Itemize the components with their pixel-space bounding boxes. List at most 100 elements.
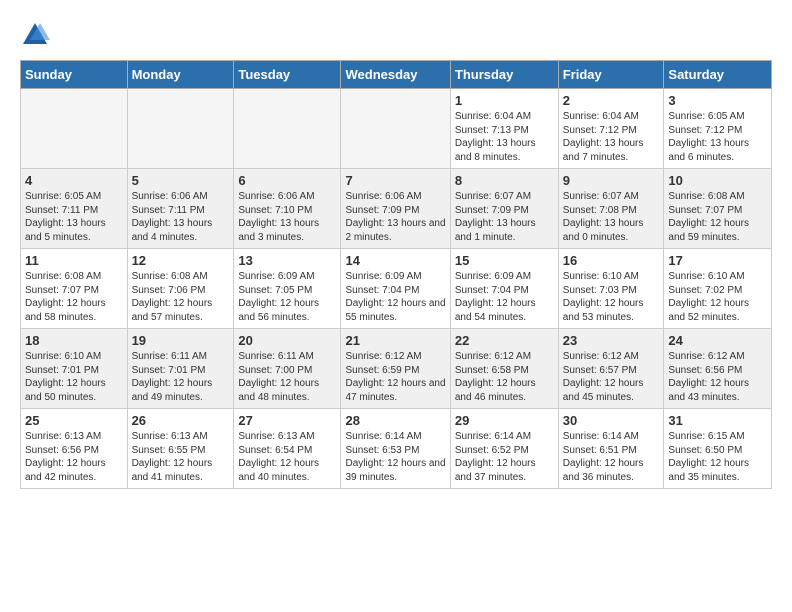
day-info: Sunrise: 6:06 AM Sunset: 7:09 PM Dayligh… (345, 190, 445, 244)
logo (20, 20, 54, 50)
calendar-day-cell: 8Sunrise: 6:07 AM Sunset: 7:09 PM Daylig… (450, 169, 558, 249)
calendar-day-cell (234, 89, 341, 169)
day-info: Sunrise: 6:07 AM Sunset: 7:09 PM Dayligh… (455, 190, 554, 244)
calendar-week-row: 1 Sunrise: 6:04 AM Sunset: 7:13 PM Daylig… (21, 89, 772, 169)
calendar-day-cell: 24Sunrise: 6:12 AM Sunset: 6:56 PM Dayli… (664, 329, 772, 409)
day-number: 20 (238, 333, 336, 348)
calendar-day-cell: 11 Sunrise: 6:08 AM Sunset: 7:07 PM Dayli… (21, 249, 128, 329)
calendar-day-cell: 12 Sunrise: 6:08 AM Sunset: 7:06 PM Dayli… (127, 249, 234, 329)
weekday-header-wednesday: Wednesday (341, 61, 450, 89)
weekday-header-saturday: Saturday (664, 61, 772, 89)
day-info: Sunrise: 6:12 AM Sunset: 6:56 PM Dayligh… (668, 350, 767, 404)
day-number: 29 (455, 413, 554, 428)
calendar-day-cell: 6 Sunrise: 6:06 AM Sunset: 7:10 PM Daylig… (234, 169, 341, 249)
calendar-day-cell: 13 Sunrise: 6:09 AM Sunset: 7:05 PM Dayli… (234, 249, 341, 329)
day-number: 13 (238, 253, 336, 268)
day-number: 1 (455, 93, 554, 108)
calendar-week-row: 4 Sunrise: 6:05 AM Sunset: 7:11 PM Daylig… (21, 169, 772, 249)
calendar-day-cell: 9 Sunrise: 6:07 AM Sunset: 7:08 PM Daylig… (558, 169, 664, 249)
day-info: Sunrise: 6:11 AM Sunset: 7:00 PM Dayligh… (238, 350, 336, 404)
calendar-day-cell: 28 Sunrise: 6:14 AM Sunset: 6:53 PM Dayli… (341, 409, 450, 489)
day-info: Sunrise: 6:10 AM Sunset: 7:01 PM Dayligh… (25, 350, 123, 404)
calendar-day-cell (127, 89, 234, 169)
calendar-day-cell: 30 Sunrise: 6:14 AM Sunset: 6:51 PM Dayli… (558, 409, 664, 489)
calendar-day-cell: 21Sunrise: 6:12 AM Sunset: 6:59 PM Dayli… (341, 329, 450, 409)
calendar-day-cell: 25 Sunrise: 6:13 AM Sunset: 6:56 PM Dayli… (21, 409, 128, 489)
day-number: 21 (345, 333, 445, 348)
calendar-table: SundayMondayTuesdayWednesdayThursdayFrid… (20, 60, 772, 489)
calendar-day-cell: 27 Sunrise: 6:13 AM Sunset: 6:54 PM Dayli… (234, 409, 341, 489)
day-number: 11 (25, 253, 123, 268)
day-number: 2 (563, 93, 660, 108)
calendar-day-cell (21, 89, 128, 169)
weekday-header-monday: Monday (127, 61, 234, 89)
day-info: Sunrise: 6:13 AM Sunset: 6:56 PM Dayligh… (25, 430, 123, 484)
day-number: 26 (132, 413, 230, 428)
day-number: 19 (132, 333, 230, 348)
day-number: 16 (563, 253, 660, 268)
day-number: 15 (455, 253, 554, 268)
day-info: Sunrise: 6:12 AM Sunset: 6:57 PM Dayligh… (563, 350, 660, 404)
day-info: Sunrise: 6:07 AM Sunset: 7:08 PM Dayligh… (563, 190, 660, 244)
weekday-header-tuesday: Tuesday (234, 61, 341, 89)
day-info: Sunrise: 6:10 AM Sunset: 7:02 PM Dayligh… (668, 270, 767, 324)
weekday-header-thursday: Thursday (450, 61, 558, 89)
calendar-day-cell: 5 Sunrise: 6:06 AM Sunset: 7:11 PM Daylig… (127, 169, 234, 249)
weekday-header-sunday: Sunday (21, 61, 128, 89)
day-number: 14 (345, 253, 445, 268)
weekday-header-friday: Friday (558, 61, 664, 89)
day-info: Sunrise: 6:08 AM Sunset: 7:06 PM Dayligh… (132, 270, 230, 324)
calendar-day-cell: 18 Sunrise: 6:10 AM Sunset: 7:01 PM Dayli… (21, 329, 128, 409)
calendar-day-cell: 1 Sunrise: 6:04 AM Sunset: 7:13 PM Daylig… (450, 89, 558, 169)
calendar-day-cell: 29 Sunrise: 6:14 AM Sunset: 6:52 PM Dayli… (450, 409, 558, 489)
calendar-day-cell: 15Sunrise: 6:09 AM Sunset: 7:04 PM Dayli… (450, 249, 558, 329)
day-number: 5 (132, 173, 230, 188)
calendar-day-cell: 2 Sunrise: 6:04 AM Sunset: 7:12 PM Daylig… (558, 89, 664, 169)
day-info: Sunrise: 6:06 AM Sunset: 7:10 PM Dayligh… (238, 190, 336, 244)
day-number: 22 (455, 333, 554, 348)
day-number: 30 (563, 413, 660, 428)
day-number: 3 (668, 93, 767, 108)
day-info: Sunrise: 6:13 AM Sunset: 6:55 PM Dayligh… (132, 430, 230, 484)
day-info: Sunrise: 6:08 AM Sunset: 7:07 PM Dayligh… (25, 270, 123, 324)
weekday-header-row: SundayMondayTuesdayWednesdayThursdayFrid… (21, 61, 772, 89)
day-info: Sunrise: 6:09 AM Sunset: 7:04 PM Dayligh… (345, 270, 445, 324)
calendar-day-cell: 26 Sunrise: 6:13 AM Sunset: 6:55 PM Dayli… (127, 409, 234, 489)
day-info: Sunrise: 6:11 AM Sunset: 7:01 PM Dayligh… (132, 350, 230, 404)
day-info: Sunrise: 6:08 AM Sunset: 7:07 PM Dayligh… (668, 190, 767, 244)
day-info: Sunrise: 6:05 AM Sunset: 7:12 PM Dayligh… (668, 110, 767, 164)
calendar-day-cell: 16 Sunrise: 6:10 AM Sunset: 7:03 PM Dayli… (558, 249, 664, 329)
calendar-day-cell: 14 Sunrise: 6:09 AM Sunset: 7:04 PM Dayli… (341, 249, 450, 329)
day-number: 12 (132, 253, 230, 268)
day-info: Sunrise: 6:12 AM Sunset: 6:58 PM Dayligh… (455, 350, 554, 404)
day-number: 25 (25, 413, 123, 428)
calendar-day-cell: 17 Sunrise: 6:10 AM Sunset: 7:02 PM Dayli… (664, 249, 772, 329)
day-number: 27 (238, 413, 336, 428)
day-info: Sunrise: 6:14 AM Sunset: 6:52 PM Dayligh… (455, 430, 554, 484)
page-header (20, 20, 772, 50)
day-number: 28 (345, 413, 445, 428)
day-info: Sunrise: 6:09 AM Sunset: 7:05 PM Dayligh… (238, 270, 336, 324)
calendar-day-cell: 7 Sunrise: 6:06 AM Sunset: 7:09 PM Daylig… (341, 169, 450, 249)
day-info: Sunrise: 6:10 AM Sunset: 7:03 PM Dayligh… (563, 270, 660, 324)
day-number: 17 (668, 253, 767, 268)
day-info: Sunrise: 6:14 AM Sunset: 6:53 PM Dayligh… (345, 430, 445, 484)
calendar-day-cell (341, 89, 450, 169)
calendar-day-cell: 22 Sunrise: 6:12 AM Sunset: 6:58 PM Dayli… (450, 329, 558, 409)
day-number: 4 (25, 173, 123, 188)
day-number: 18 (25, 333, 123, 348)
day-number: 7 (345, 173, 445, 188)
calendar-day-cell: 23Sunrise: 6:12 AM Sunset: 6:57 PM Dayli… (558, 329, 664, 409)
day-info: Sunrise: 6:04 AM Sunset: 7:13 PM Dayligh… (455, 110, 554, 164)
calendar-day-cell: 3 Sunrise: 6:05 AM Sunset: 7:12 PM Daylig… (664, 89, 772, 169)
day-number: 9 (563, 173, 660, 188)
day-info: Sunrise: 6:05 AM Sunset: 7:11 PM Dayligh… (25, 190, 123, 244)
day-info: Sunrise: 6:04 AM Sunset: 7:12 PM Dayligh… (563, 110, 660, 164)
day-info: Sunrise: 6:13 AM Sunset: 6:54 PM Dayligh… (238, 430, 336, 484)
day-info: Sunrise: 6:06 AM Sunset: 7:11 PM Dayligh… (132, 190, 230, 244)
day-number: 6 (238, 173, 336, 188)
calendar-day-cell: 4 Sunrise: 6:05 AM Sunset: 7:11 PM Daylig… (21, 169, 128, 249)
day-info: Sunrise: 6:14 AM Sunset: 6:51 PM Dayligh… (563, 430, 660, 484)
calendar-day-cell: 20 Sunrise: 6:11 AM Sunset: 7:00 PM Dayli… (234, 329, 341, 409)
calendar-week-row: 25 Sunrise: 6:13 AM Sunset: 6:56 PM Dayli… (21, 409, 772, 489)
